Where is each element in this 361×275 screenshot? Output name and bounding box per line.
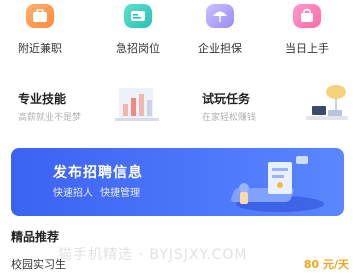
category-same-day-start[interactable]: 当日上手 xyxy=(272,0,342,62)
category-label: 急招岗位 xyxy=(116,42,160,55)
feature-subtitle: 在家轻松赚钱 xyxy=(202,113,257,123)
category-enterprise-guarantee[interactable]: 企业担保 xyxy=(185,0,255,62)
feature-subtitle: 高薪就业不是梦 xyxy=(18,113,82,123)
job-title: 校园实习生 xyxy=(11,258,66,271)
feature-trial-tasks[interactable]: 试玩任务 在家轻松赚钱 xyxy=(202,80,352,138)
feature-title: 试玩任务 xyxy=(202,92,251,106)
post-job-banner[interactable]: 发布招聘信息 快速招人 快捷管理 xyxy=(11,148,344,216)
job-pay: 80 元/天 xyxy=(303,258,349,271)
featured-section-title: 精品推荐 xyxy=(11,230,60,244)
category-label: 附近兼职 xyxy=(18,42,62,55)
category-urgent-jobs[interactable]: 急招岗位 xyxy=(103,0,173,62)
banner-title: 发布招聘信息 xyxy=(53,165,143,181)
briefcase-icon xyxy=(26,4,54,28)
feature-professional-skills[interactable]: 专业技能 高薪就业不是梦 xyxy=(18,80,163,138)
bag-icon xyxy=(293,4,321,28)
id-card-icon xyxy=(124,4,152,28)
category-label: 企业担保 xyxy=(198,42,242,55)
category-grid: 附近兼职 急招岗位 企业担保 当日上手 xyxy=(0,0,361,62)
banner-subtitle: 快速招人 快捷管理 xyxy=(53,188,141,199)
category-nearby-parttime[interactable]: 附近兼职 xyxy=(5,0,75,62)
feature-title: 专业技能 xyxy=(18,92,67,106)
category-label: 当日上手 xyxy=(285,42,329,55)
umbrella-icon xyxy=(206,4,234,28)
job-list-item[interactable]: 校园实习生 80 元/天 xyxy=(0,252,361,275)
chart-illustration-icon xyxy=(115,88,159,121)
lamp-desk-illustration-icon xyxy=(306,85,348,120)
phone-illustration-icon xyxy=(231,156,324,212)
